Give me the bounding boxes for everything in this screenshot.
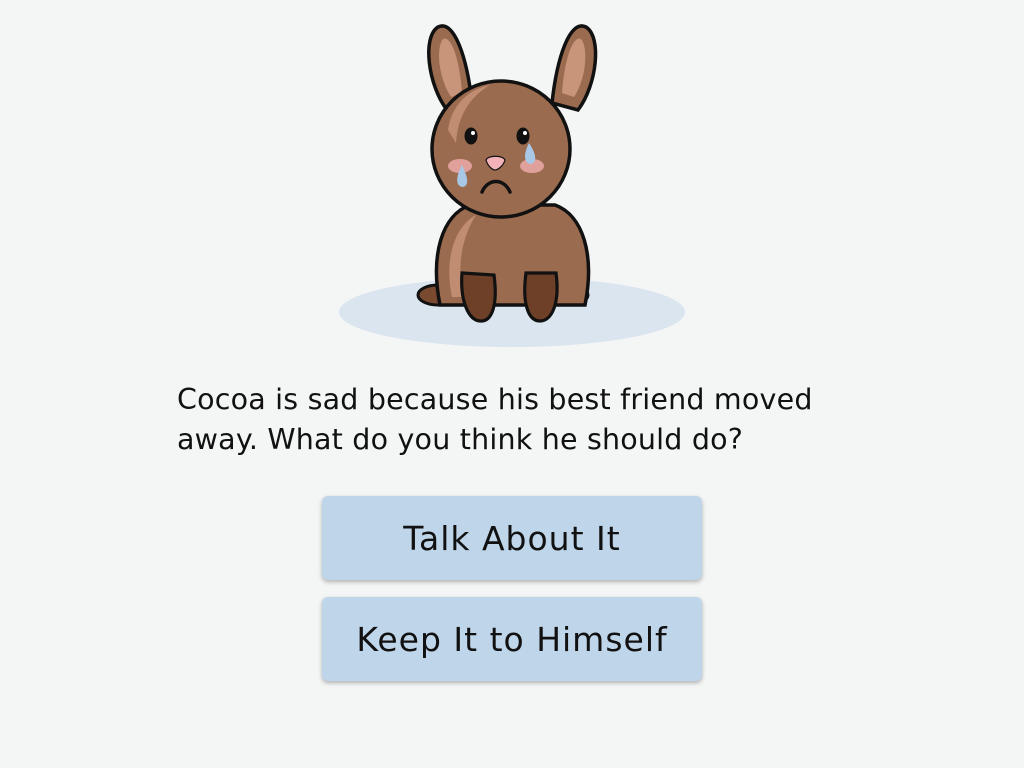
talk-about-it-button[interactable]: Talk About It	[322, 496, 702, 580]
story-prompt: Cocoa is sad because his best friend mov…	[177, 383, 813, 456]
right-front-paw	[523, 271, 559, 323]
bunny-head	[430, 79, 572, 219]
sad-bunny-icon	[339, 24, 685, 347]
keep-it-to-himself-button[interactable]: Keep It to Himself	[322, 597, 702, 681]
right-eye	[516, 127, 530, 145]
bunny-illustration	[330, 15, 700, 355]
right-ear	[550, 24, 598, 112]
left-eye	[464, 127, 478, 145]
story-screen: Cocoa is sad because his best friend mov…	[0, 0, 1024, 768]
